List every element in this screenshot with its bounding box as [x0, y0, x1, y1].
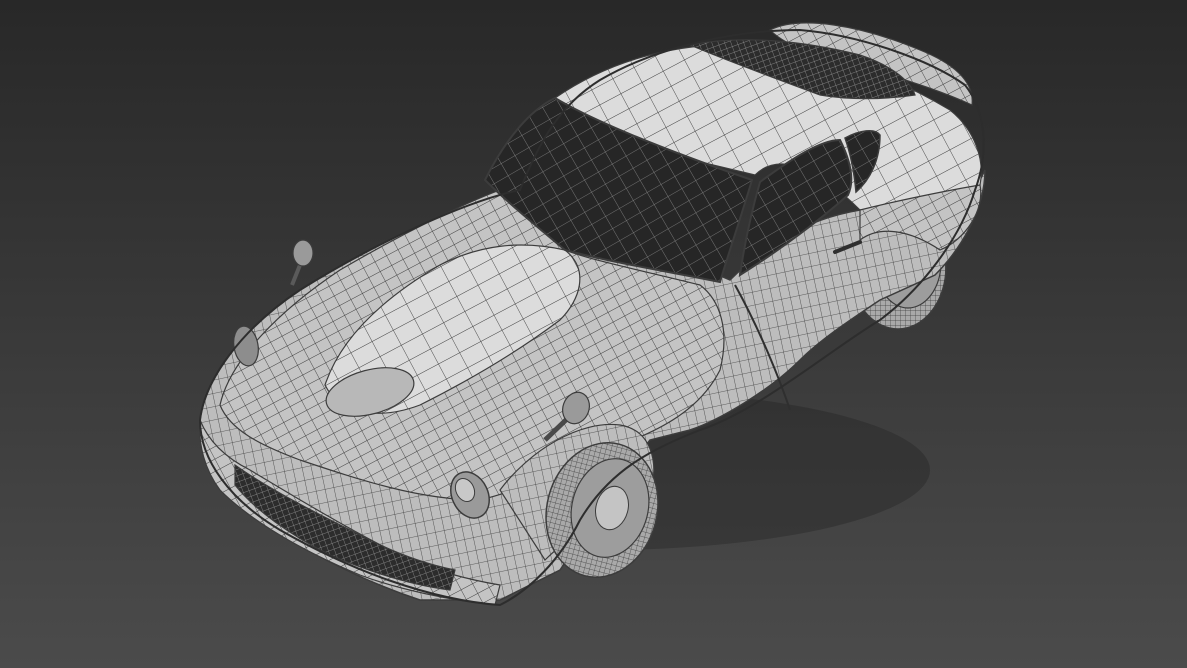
3d-viewport[interactable]: [0, 0, 1187, 668]
wireframe-car-render: [0, 0, 1187, 668]
